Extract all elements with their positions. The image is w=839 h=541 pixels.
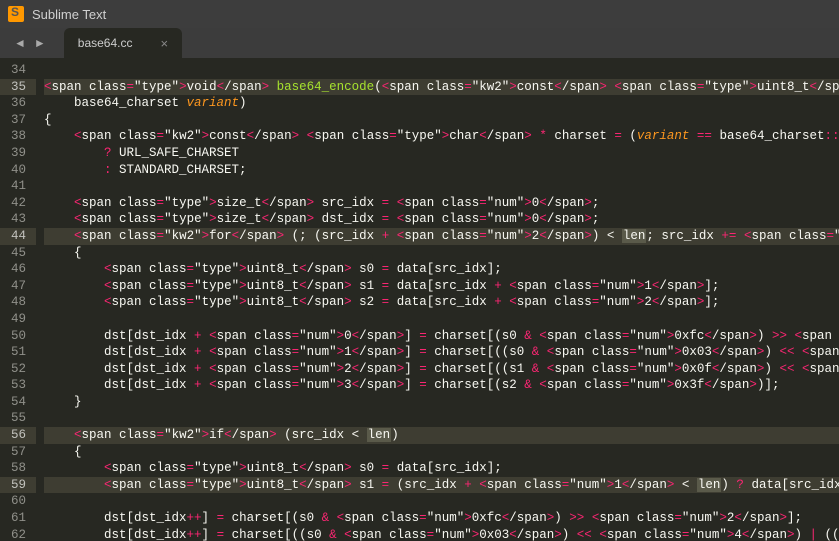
code-line[interactable]: { (44, 112, 839, 129)
line-number: 49 (6, 311, 26, 328)
line-number: 36 (6, 95, 26, 112)
editor-pane: ◄ ► base64.cc × 343536373839404142434445… (0, 28, 839, 541)
line-number: 40 (6, 162, 26, 179)
code-area[interactable]: 3435363738394041424344454647484950515253… (0, 58, 839, 541)
code-line[interactable]: <span class="type">void</span> base64_en… (44, 79, 839, 96)
code-line[interactable]: <span class="kw2">if</span> (src_idx < l… (44, 427, 839, 444)
app-icon (8, 6, 24, 22)
line-number: 46 (6, 261, 26, 278)
window-title: Sublime Text (32, 7, 106, 22)
code-line[interactable] (44, 62, 839, 79)
tab-bar: ◄ ► base64.cc × (0, 28, 839, 58)
line-number: 47 (6, 278, 26, 295)
close-icon[interactable]: × (160, 36, 168, 51)
code-line[interactable]: <span class="kw2">const</span> <span cla… (44, 128, 839, 145)
line-number: 62 (6, 527, 26, 541)
code-line[interactable]: dst[dst_idx + <span class="num">0</span>… (44, 328, 839, 345)
code-line[interactable]: <span class="type">uint8_t</span> s1 = (… (44, 477, 839, 494)
code-line[interactable]: : STANDARD_CHARSET; (44, 162, 839, 179)
line-number: 59 (0, 477, 36, 494)
line-number: 37 (6, 112, 26, 129)
code-line[interactable]: base64_charset variant) (44, 95, 839, 112)
nav-forward-icon[interactable]: ► (34, 36, 46, 50)
code-line[interactable]: dst[dst_idx + <span class="num">3</span>… (44, 377, 839, 394)
line-number: 39 (6, 145, 26, 162)
code-line[interactable]: <span class="type">uint8_t</span> s0 = d… (44, 261, 839, 278)
code-line[interactable] (44, 311, 839, 328)
line-number: 58 (6, 460, 26, 477)
code-line[interactable]: dst[dst_idx++] = charset[(s0 & <span cla… (44, 510, 839, 527)
line-number: 35 (0, 79, 36, 96)
code-line[interactable]: { (44, 444, 839, 461)
line-number: 44 (0, 228, 36, 245)
code-content[interactable]: <span class="type">void</span> base64_en… (36, 58, 839, 541)
titlebar: Sublime Text (0, 0, 839, 28)
tab-label: base64.cc (78, 36, 133, 50)
line-number: 52 (6, 361, 26, 378)
tab-active[interactable]: base64.cc × (64, 28, 182, 58)
line-number: 61 (6, 510, 26, 527)
line-number: 34 (6, 62, 26, 79)
line-number: 51 (6, 344, 26, 361)
code-line[interactable]: { (44, 245, 839, 262)
code-line[interactable] (44, 493, 839, 510)
line-number: 43 (6, 211, 26, 228)
code-line[interactable]: <span class="type">uint8_t</span> s0 = d… (44, 460, 839, 477)
code-line[interactable]: <span class="type">size_t</span> dst_idx… (44, 211, 839, 228)
code-line[interactable]: <span class="kw2">for</span> (; (src_idx… (44, 228, 839, 245)
code-line[interactable]: ? URL_SAFE_CHARSET (44, 145, 839, 162)
line-number: 54 (6, 394, 26, 411)
line-number: 38 (6, 128, 26, 145)
line-number: 42 (6, 195, 26, 212)
code-line[interactable]: dst[dst_idx + <span class="num">2</span>… (44, 361, 839, 378)
line-number: 50 (6, 328, 26, 345)
code-line[interactable]: <span class="type">uint8_t</span> s2 = d… (44, 294, 839, 311)
line-number: 55 (6, 410, 26, 427)
code-line[interactable]: dst[dst_idx++] = charset[((s0 & <span cl… (44, 527, 839, 541)
line-number: 45 (6, 245, 26, 262)
line-number: 57 (6, 444, 26, 461)
code-line[interactable] (44, 410, 839, 427)
code-line[interactable]: <span class="type">size_t</span> src_idx… (44, 195, 839, 212)
line-number: 48 (6, 294, 26, 311)
code-line[interactable] (44, 178, 839, 195)
line-number: 56 (0, 427, 36, 444)
line-number: 60 (6, 493, 26, 510)
line-number: 41 (6, 178, 26, 195)
nav-back-icon[interactable]: ◄ (14, 36, 26, 50)
line-number: 53 (6, 377, 26, 394)
code-line[interactable]: <span class="type">uint8_t</span> s1 = d… (44, 278, 839, 295)
gutter: 3435363738394041424344454647484950515253… (0, 58, 36, 541)
code-line[interactable]: dst[dst_idx + <span class="num">1</span>… (44, 344, 839, 361)
code-line[interactable]: } (44, 394, 839, 411)
